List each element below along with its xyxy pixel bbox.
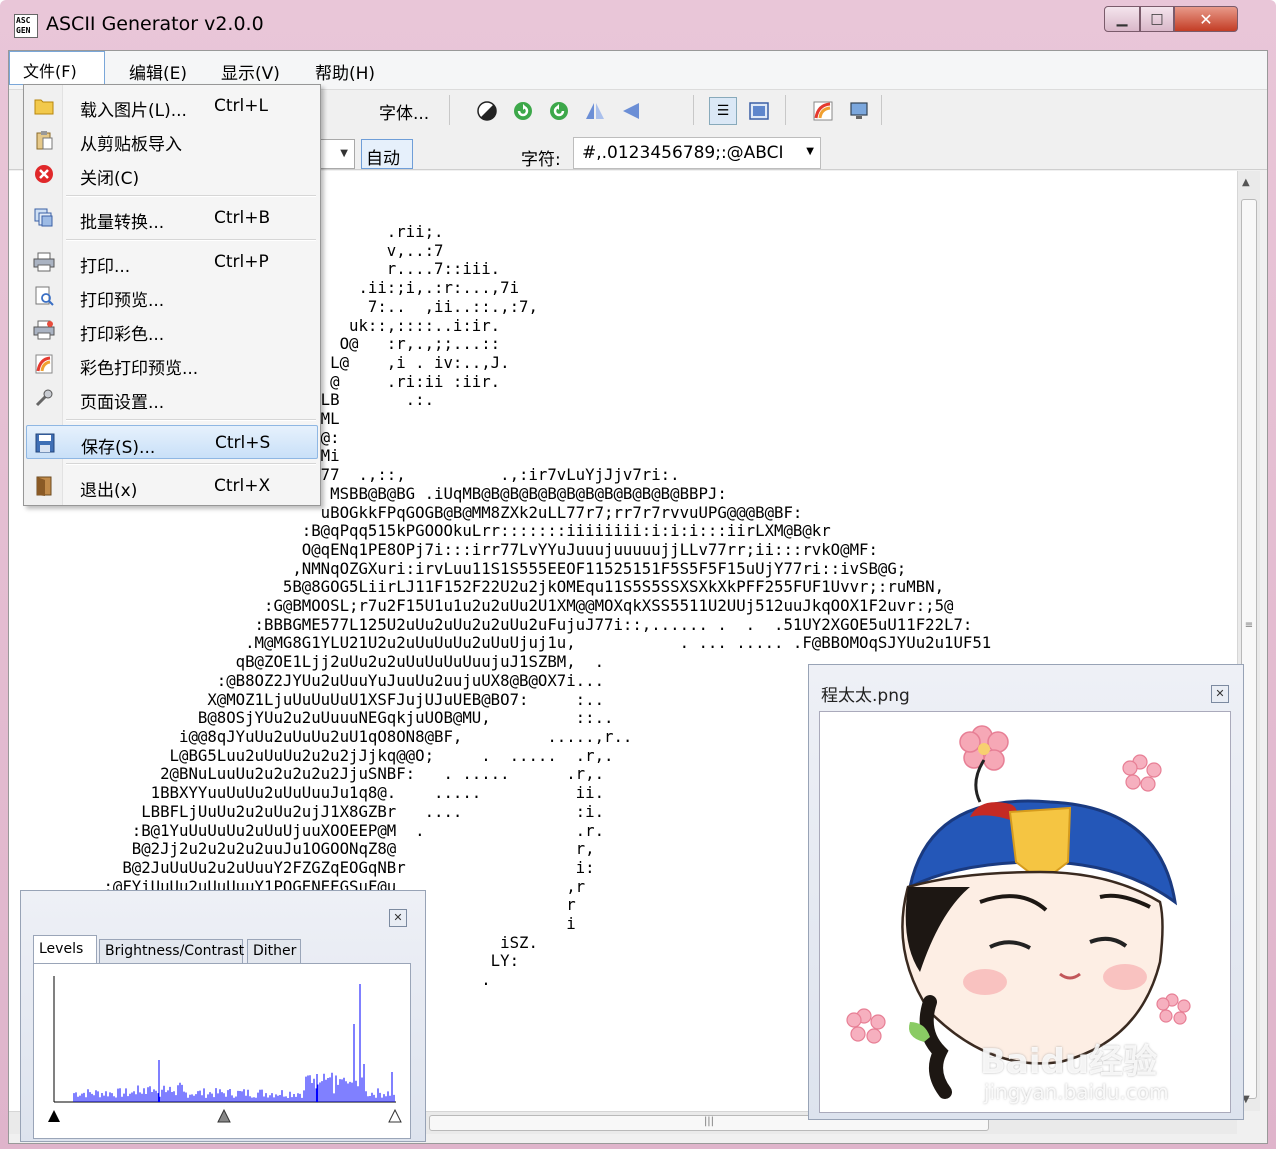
menu-item-shortcut: Ctrl+P [214,252,269,272]
folder-open-icon [33,95,55,117]
menu-item-exit[interactable]: 退出(x) Ctrl+X [26,469,318,503]
menu-item-batch-convert[interactable]: 批量转换... Ctrl+B [26,201,318,235]
close-icon [33,163,55,185]
menu-item-label: 批量转换... [80,213,165,233]
toolbar-separator [693,95,694,125]
midtone-handle[interactable] [217,1108,231,1123]
monitor-icon[interactable] [847,99,871,123]
maximize-button[interactable]: □ [1140,6,1174,32]
menu-item-label: 退出(x) [80,481,138,501]
menu-item-import-clipboard[interactable]: 从剪贴板导入 [26,123,318,157]
menu-item-shortcut: Ctrl+B [214,208,271,228]
maximize-icon: □ [1150,11,1164,27]
preview-close-icon[interactable]: ✕ [1211,685,1229,703]
menu-item-label: 关闭(C) [80,169,140,189]
batch-convert-icon [33,207,55,229]
clipboard-icon [33,129,55,151]
color-printer-icon [33,319,55,341]
menu-view[interactable]: 显示(V) [221,59,280,84]
app-icon: ASC GEN [14,14,38,38]
menu-item-label: 载入图片(L)... [80,101,187,121]
menu-item-label: 页面设置... [80,393,165,413]
save-disk-icon [34,432,56,454]
menu-file[interactable]: 文件(F) [9,51,105,85]
file-menu-dropdown: 载入图片(L)... Ctrl+L 从剪贴板导入 关闭(C) 批量转换... C… [23,84,321,506]
menu-item-page-setup[interactable]: 页面设置... [26,381,318,415]
histogram-chart [48,976,402,1123]
white-point-handle[interactable] [388,1108,402,1123]
menu-item-shortcut: Ctrl+L [214,96,268,116]
preview-image: Baidu经验 jingyan.baidu.com [819,711,1231,1113]
menu-help[interactable]: 帮助(H) [315,59,375,84]
menu-item-close[interactable]: 关闭(C) [26,157,318,191]
rotate-right-icon[interactable] [547,99,571,123]
chars-value: #,.0123456789;:@ABCI [582,143,784,163]
menu-item-label: 保存(S)... [81,438,156,458]
menu-separator [66,239,316,241]
flip-vertical-icon[interactable] [619,99,643,123]
text-lines-icon: ☰ [716,103,730,119]
title-bar: ASC GEN ASCII Generator v2.0.0 ▁ □ ✕ [0,0,1276,50]
exit-door-icon [33,475,55,497]
menu-item-print[interactable]: 打印... Ctrl+P [26,245,318,279]
chevron-down-icon[interactable]: ▼ [806,146,814,157]
minimize-icon: ▁ [1116,11,1128,27]
menu-item-shortcut: Ctrl+X [214,476,271,496]
image-view-icon[interactable] [747,99,771,123]
app-window: ASC GEN ASCII Generator v2.0.0 ▁ □ ✕ 文件(… [0,0,1276,1149]
menu-item-load-image[interactable]: 载入图片(L)... Ctrl+L [26,89,318,123]
menu-item-label: 打印... [80,257,131,277]
toolbar-separator [881,95,882,125]
tab-dither[interactable]: Dither [247,939,301,963]
menu-item-print-color[interactable]: 打印彩色... [26,313,318,347]
menu-separator [66,463,316,465]
printer-icon [33,251,55,273]
window-title: ASCII Generator v2.0.0 [46,13,264,35]
watermark-url: jingyan.baidu.com [984,1080,1169,1104]
minimize-button[interactable]: ▁ [1104,6,1140,32]
watermark-brand: Baidu经验 [980,1042,1158,1082]
toolbar-separator [785,95,786,125]
close-x-icon: ✕ [1199,9,1213,29]
window-controls: ▁ □ ✕ [1104,6,1238,32]
flip-horizontal-icon[interactable] [583,99,607,123]
menu-item-label: 彩色打印预览... [80,359,199,379]
chars-label: 字符: [521,150,561,170]
menu-separator [66,419,316,421]
menu-item-shortcut: Ctrl+S [215,433,271,453]
menu-item-print-preview[interactable]: 打印预览... [26,279,318,313]
invert-icon[interactable] [475,99,499,123]
print-preview-icon [33,285,55,307]
preview-title: 程太太.png [821,686,910,706]
page-setup-icon [33,387,55,409]
toolbar-separator [449,95,450,125]
histogram-bars [73,984,395,1102]
black-point-handle[interactable] [48,1110,60,1122]
tab-levels[interactable]: Levels [33,935,97,964]
menu-item-label: 从剪贴板导入 [80,135,182,155]
color-print-preview-icon [33,353,55,375]
menu-item-color-print-preview[interactable]: 彩色打印预览... [26,347,318,381]
histogram[interactable] [33,963,411,1139]
scroll-up-icon[interactable]: ▲ [1242,177,1250,188]
font-button[interactable]: 字体... [379,99,429,124]
menu-item-save[interactable]: 保存(S)... Ctrl+S [26,425,318,459]
image-preview-panel: 程太太.png ✕ Baidu经验 jingyan.baidu.com [808,664,1244,1120]
tab-brightness-contrast[interactable]: Brightness/Contrast [99,939,244,963]
menu-item-label: 打印预览... [80,291,165,311]
text-view-button[interactable]: ☰ [709,97,737,125]
menu-item-label: 打印彩色... [80,325,165,345]
panel-close-icon[interactable]: ✕ [389,909,407,927]
close-window-button[interactable]: ✕ [1174,6,1238,32]
menu-separator [66,195,316,197]
color-palette-icon[interactable] [811,99,835,123]
auto-button[interactable]: 自动 [361,139,413,169]
rotate-left-icon[interactable] [511,99,535,123]
chars-combo[interactable]: #,.0123456789;:@ABCI ▼ [573,137,821,169]
menu-edit[interactable]: 编辑(E) [129,59,187,84]
levels-panel: ✕ Levels Brightness/Contrast Dither [20,890,426,1142]
